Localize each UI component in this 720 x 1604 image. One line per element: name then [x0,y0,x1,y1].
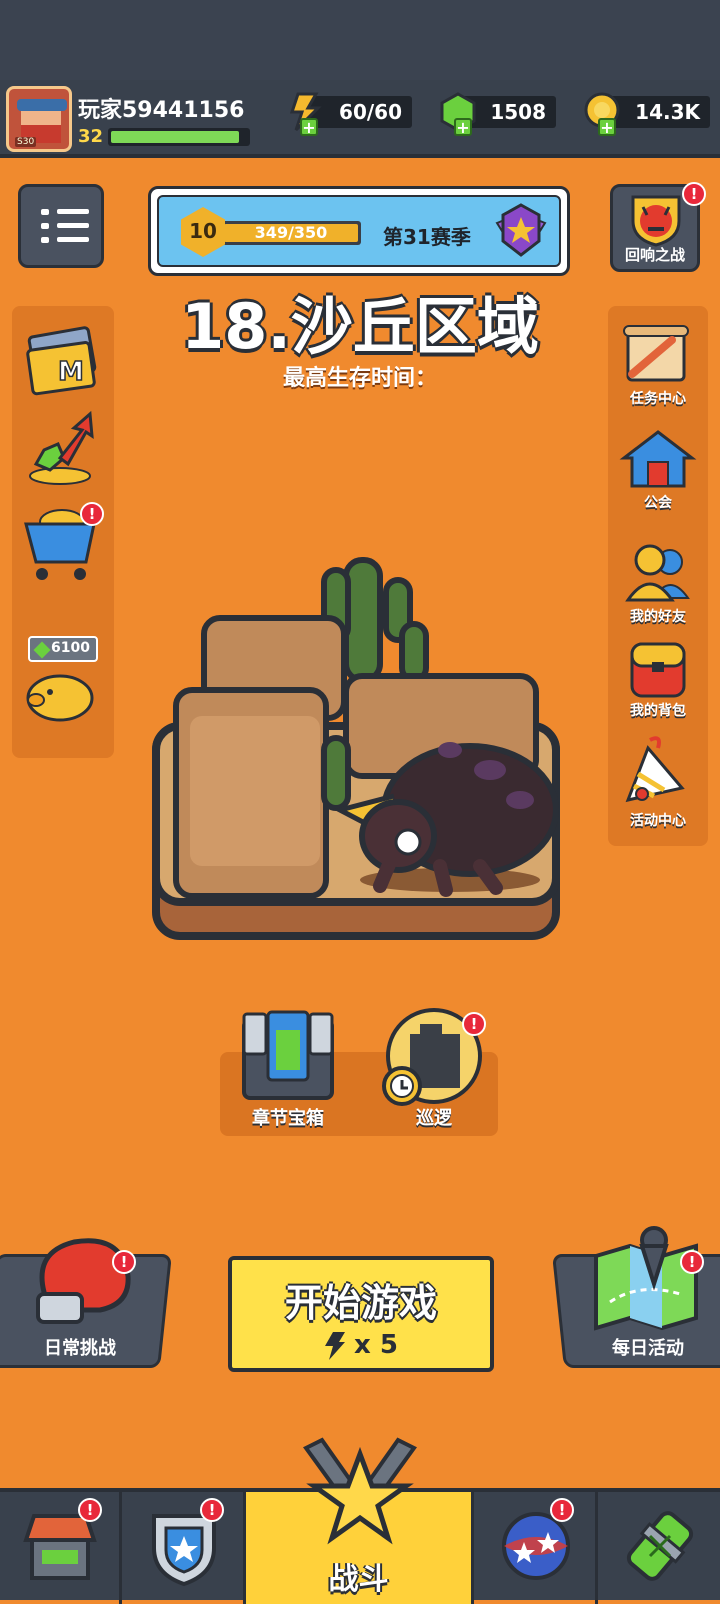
chapter-chest-label: 章节宝箱 [252,1108,324,1129]
boxing-glove-icon [36,1238,131,1324]
event-center-button[interactable]: 活动中心 [618,734,698,834]
daily-event-alert-badge: ! [680,1250,704,1274]
player-name: 玩家59441156 [78,98,245,123]
piggy-bank-gem-tag: 6100 [28,636,98,662]
desert-stage-illustration [152,557,560,940]
gold-value: 14.3K [635,100,700,124]
start-game-cost: x 5 [232,1330,490,1361]
season-level-badge: 10 [181,207,225,257]
guild-house-icon [619,430,697,488]
nav-equipment-alert-badge: ! [200,1498,224,1522]
party-horn-icon [625,736,685,803]
quest-center-label: 任务中心 [630,391,686,407]
avatar-tag: S30 [15,137,37,147]
nav-shop-tab[interactable] [0,1492,122,1604]
nav-equipment-tab[interactable] [122,1492,246,1604]
shop-cart-alert-badge: ! [80,502,104,526]
svg-text:M: M [58,357,84,387]
friends-icon [625,544,690,602]
season-label: 第31赛季 [383,225,471,249]
dna-capsule-icon [626,1511,694,1581]
status-bar [0,0,720,80]
piggy-bank-gem-value: 6100 [51,640,90,656]
energy-value: 60/60 [339,100,402,124]
patrol-alert-badge: ! [462,1012,486,1036]
piggy-bank-icon[interactable] [22,664,98,724]
energy-counter[interactable]: + 60/60 [289,92,412,136]
nav-skills-tab[interactable] [474,1492,598,1604]
xp-bar [108,128,250,146]
backpack-button[interactable]: 我的背包 [618,638,698,728]
gem-plus-icon[interactable]: + [454,118,472,136]
chapter-chest-icon[interactable] [238,1006,338,1102]
friends-label: 我的好友 [630,609,686,625]
event-center-label: 活动中心 [630,813,686,829]
energy-plus-icon[interactable]: + [300,118,318,136]
nav-battle-label: 战斗 [328,1562,389,1597]
map-pin-icon [594,1226,698,1331]
crossed-swords-star-icon [302,1437,418,1545]
scroll-icon [623,325,689,382]
nav-skills-alert-badge: ! [550,1498,574,1522]
backpack-icon [630,642,686,698]
energy-cost-icon [325,1331,346,1360]
guild-label: 公会 [644,495,672,511]
gem-value: 1508 [490,100,546,124]
start-game-button[interactable]: 开始游戏 x 5 [228,1256,494,1372]
echo-battle-alert-badge: ! [682,182,706,206]
backpack-label: 我的背包 [630,703,686,719]
friends-button[interactable]: 我的好友 [618,542,698,632]
gold-plus-icon[interactable]: + [598,118,616,136]
gold-counter[interactable]: + 14.3K [584,92,710,136]
player-avatar[interactable]: S30 [6,86,72,152]
demon-shield-icon [631,195,681,247]
echo-battle-label: 回响之战 [624,246,685,264]
daily-event-label: 每日活动 [612,1338,684,1359]
season-progress-text: 349/350 [254,223,328,242]
quest-center-button[interactable]: 任务中心 [618,324,698,414]
xp-bar-fill [111,131,239,143]
top-resource-bar: S30 玩家59441156 32 + 60/60 + 1508 + 14.3K [0,80,720,158]
season-rank-badge-icon [495,203,547,257]
m-card-icon[interactable]: M [22,326,102,398]
season-progress-bar: 349/350 [221,221,361,245]
bottom-navigation: ! ! 战斗 ! [0,1437,720,1604]
gem-counter[interactable]: + 1508 [440,92,556,136]
nav-shop-alert-badge: ! [78,1498,102,1522]
player-level: 32 [78,126,104,147]
daily-challenge-label: 日常挑战 [44,1338,116,1359]
patrol-label: 巡逻 [416,1108,452,1129]
nav-evolution-tab[interactable] [598,1492,720,1604]
season-pass-panel[interactable]: 349/350 10 第31赛季 [148,186,570,276]
nav-battle-tab[interactable]: 战斗 [246,1437,474,1604]
guild-button[interactable]: 公会 [618,428,698,518]
start-game-label: 开始游戏 [284,1281,437,1325]
menu-button[interactable] [18,184,104,268]
upgrade-gems-icon[interactable] [24,410,100,490]
daily-challenge-alert-badge: ! [112,1250,136,1274]
